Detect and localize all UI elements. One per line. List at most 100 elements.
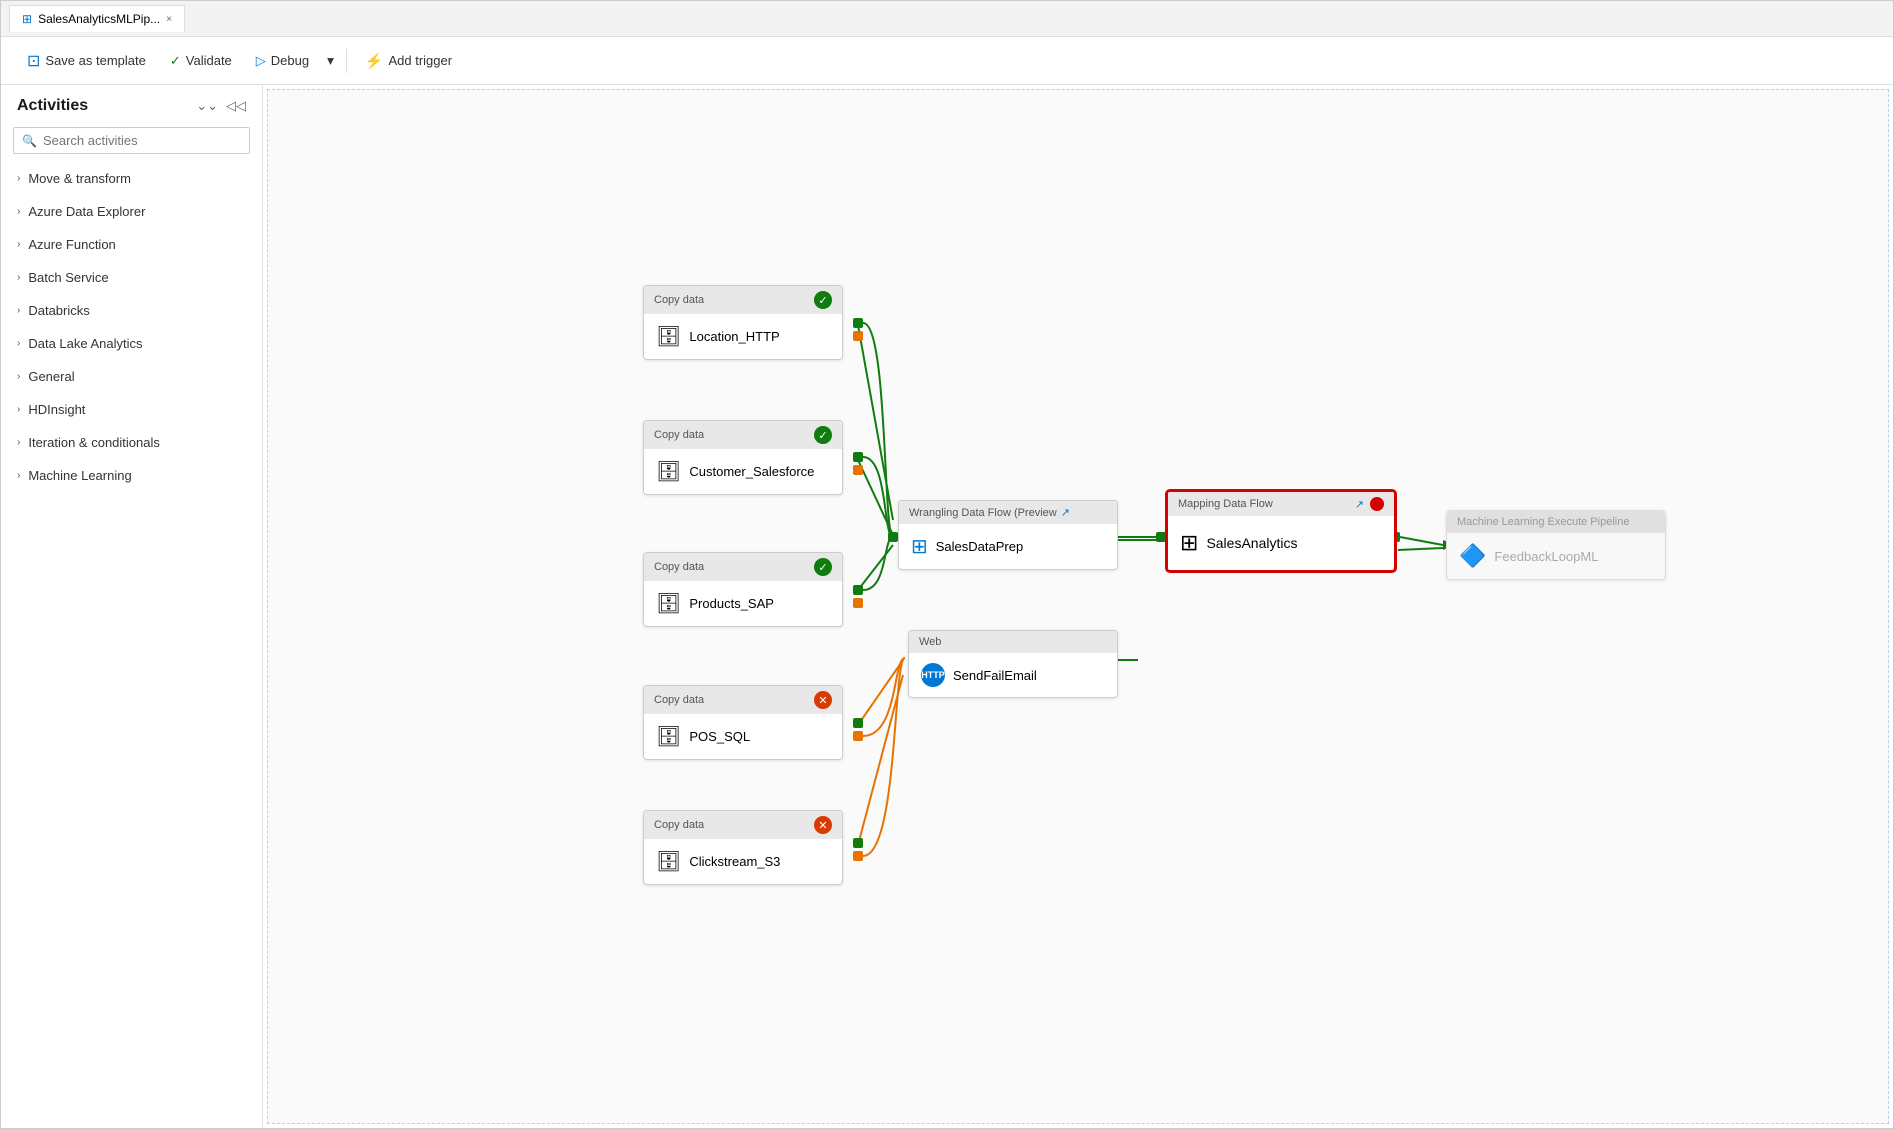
copy-node-header-label: Copy data (654, 819, 704, 831)
copy-node-location-http[interactable]: Copy data ✓ 🗄 Location_HTTP (643, 285, 843, 360)
pipeline-tab[interactable]: ⊞ SalesAnalyticsMLPip... × (9, 5, 185, 32)
web-body: HTTP SendFailEmail (909, 653, 1117, 697)
node-name-label: POS_SQL (689, 729, 750, 744)
copy-node-products-sap[interactable]: Copy data ✓ 🗄 Products_SAP (643, 552, 843, 627)
wrangling-body: ⊞ SalesDataPrep (899, 524, 1117, 569)
node-name-label: SalesAnalytics (1206, 535, 1297, 551)
app-container: ⊞ SalesAnalyticsMLPip... × ⊡ Save as tem… (0, 0, 1894, 1129)
node-name-label: Products_SAP (689, 596, 774, 611)
sidebar-item-label: Databricks (28, 303, 89, 318)
copy-node-header-label: Copy data (654, 294, 704, 306)
copy-node-body: 🗄 POS_SQL (644, 714, 842, 759)
web-node[interactable]: Web HTTP SendFailEmail (908, 630, 1118, 698)
search-box[interactable]: 🔍 (13, 127, 250, 154)
sidebar-item-label: General (28, 369, 74, 384)
sidebar-item-hdinsight[interactable]: › HDInsight (1, 393, 262, 426)
chevron-icon: › (17, 272, 20, 283)
tab-title: SalesAnalyticsMLPip... (38, 12, 160, 26)
ml-icon: 🔷 (1459, 543, 1486, 569)
sidebar-item-move-transform[interactable]: › Move & transform (1, 162, 262, 195)
collapse-icon[interactable]: ⌄⌄ (196, 98, 218, 114)
sidebar-item-azure-data-explorer[interactable]: › Azure Data Explorer (1, 195, 262, 228)
node-status-err-icon: ✕ (814, 691, 832, 709)
mapping-header-label: Mapping Data Flow (1178, 498, 1273, 510)
sidebar-item-azure-function[interactable]: › Azure Function (1, 228, 262, 261)
debug-button[interactable]: ▷ Debug (246, 48, 319, 74)
sidebar-title: Activities (17, 97, 88, 115)
wrangling-node[interactable]: Wrangling Data Flow (Preview ↗ ⊞ SalesDa… (898, 500, 1118, 570)
mapping-icon: ⊞ (1180, 530, 1198, 556)
chevron-icon: › (17, 371, 20, 382)
sidebar-item-iteration-conditionals[interactable]: › Iteration & conditionals (1, 426, 262, 459)
sidebar-item-label: Batch Service (28, 270, 108, 285)
search-input[interactable] (43, 133, 241, 148)
toolbar-divider (346, 49, 347, 73)
sidebar-item-batch-service[interactable]: › Batch Service (1, 261, 262, 294)
copy-node-header: Copy data ✓ (644, 286, 842, 314)
sidebar-item-label: Azure Function (28, 237, 115, 252)
copy-node-body: 🗄 Clickstream_S3 (644, 839, 842, 884)
chevron-icon: › (17, 338, 20, 349)
save-template-button[interactable]: ⊡ Save as template (17, 46, 156, 76)
add-trigger-button[interactable]: ⚡ Add trigger (355, 47, 462, 75)
chevron-icon: › (17, 305, 20, 316)
database-icon: 🗄 (656, 849, 681, 874)
copy-node-customer-salesforce[interactable]: Copy data ✓ 🗄 Customer_Salesforce (643, 420, 843, 495)
save-template-label: Save as template (45, 53, 145, 68)
sidebar-item-label: Azure Data Explorer (28, 204, 145, 219)
chevron-icon: › (17, 206, 20, 217)
chevron-icon: › (17, 404, 20, 415)
node-name-label: Location_HTTP (689, 329, 779, 344)
validate-button[interactable]: ✓ Validate (160, 48, 242, 74)
toolbar: ⊡ Save as template ✓ Validate ▷ Debug ▾ … (1, 37, 1893, 85)
sidebar-item-databricks[interactable]: › Databricks (1, 294, 262, 327)
database-icon: 🗄 (656, 591, 681, 616)
sidebar-item-label: Data Lake Analytics (28, 336, 142, 351)
validate-icon: ✓ (170, 53, 181, 69)
copy-node-clickstream-s3[interactable]: Copy data ✕ 🗄 Clickstream_S3 (643, 810, 843, 885)
copy-node-header: Copy data ✕ (644, 811, 842, 839)
copy-node-body: 🗄 Products_SAP (644, 581, 842, 626)
ml-node[interactable]: Machine Learning Execute Pipeline 🔷 Feed… (1446, 510, 1666, 580)
minimize-icon[interactable]: ◁◁ (226, 98, 246, 114)
node-status-ok-icon: ✓ (814, 558, 832, 576)
sidebar-item-data-lake-analytics[interactable]: › Data Lake Analytics (1, 327, 262, 360)
database-icon: 🗄 (656, 459, 681, 484)
copy-node-body: 🗄 Customer_Salesforce (644, 449, 842, 494)
copy-node-body: 🗄 Location_HTTP (644, 314, 842, 359)
node-status-ok-icon: ✓ (814, 291, 832, 309)
node-status-ok-icon: ✓ (814, 426, 832, 444)
validate-label: Validate (186, 53, 232, 68)
ml-body: 🔷 FeedbackLoopML (1447, 533, 1665, 579)
sidebar-item-general[interactable]: › General (1, 360, 262, 393)
external-link-icon[interactable]: ↗ (1355, 498, 1364, 511)
add-trigger-icon: ⚡ (365, 52, 384, 70)
main-layout: Activities ⌄⌄ ◁◁ 🔍 › Move & transform › … (1, 85, 1893, 1128)
pipeline-canvas-area[interactable]: Copy data ✓ 🗄 Location_HTTP Copy data ✓ (267, 89, 1889, 1124)
sidebar-item-label: Machine Learning (28, 468, 131, 483)
close-tab-icon[interactable]: × (166, 14, 172, 25)
pipeline-canvas: Copy data ✓ 🗄 Location_HTTP Copy data ✓ (268, 90, 1888, 1123)
wrangling-icon: ⊞ (911, 534, 928, 559)
copy-node-header-label: Copy data (654, 561, 704, 573)
copy-node-pos-sql[interactable]: Copy data ✕ 🗄 POS_SQL (643, 685, 843, 760)
sidebar-item-machine-learning[interactable]: › Machine Learning (1, 459, 262, 492)
mapping-header: Mapping Data Flow ↗ (1168, 492, 1394, 516)
sidebar-items: › Move & transform › Azure Data Explorer… (1, 162, 262, 1128)
copy-node-header: Copy data ✓ (644, 421, 842, 449)
debug-icon: ▷ (256, 53, 266, 69)
connections-svg (268, 90, 1888, 1123)
chevron-icon: › (17, 173, 20, 184)
sidebar-controls[interactable]: ⌄⌄ ◁◁ (196, 98, 246, 114)
sidebar-item-label: Move & transform (28, 171, 131, 186)
debug-dropdown-button[interactable]: ▾ (323, 48, 338, 74)
node-name-label: FeedbackLoopML (1494, 549, 1598, 564)
external-link-icon[interactable]: ↗ (1061, 506, 1070, 519)
tab-icon: ⊞ (22, 12, 32, 26)
copy-node-header-label: Copy data (654, 694, 704, 706)
error-indicator (1370, 497, 1384, 511)
copy-node-header: Copy data ✕ (644, 686, 842, 714)
mapping-node[interactable]: Mapping Data Flow ↗ ⊞ SalesAnalytics (1166, 490, 1396, 572)
add-trigger-label: Add trigger (388, 53, 452, 68)
copy-node-header: Copy data ✓ (644, 553, 842, 581)
